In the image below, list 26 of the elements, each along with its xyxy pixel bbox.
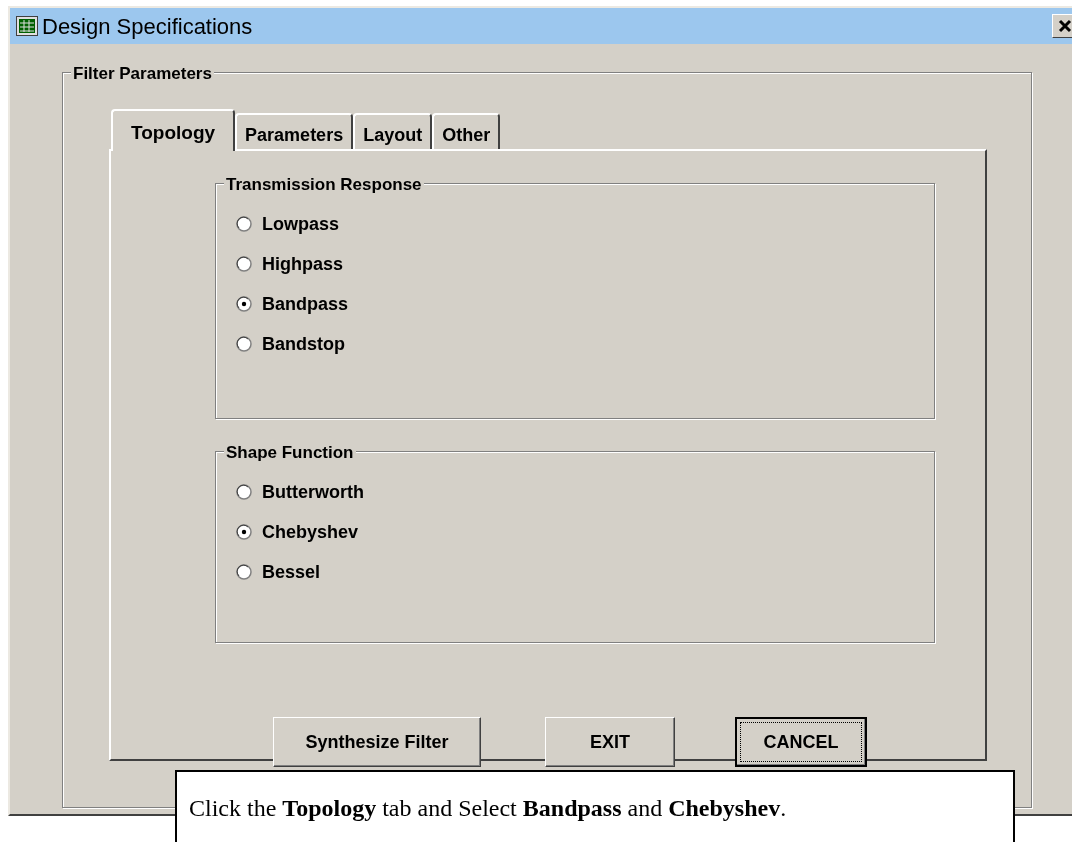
window-title: Design Specifications: [42, 12, 253, 41]
close-button[interactable]: [1052, 14, 1072, 38]
radio-label: Chebyshev: [262, 520, 359, 544]
radio-button[interactable]: [236, 564, 252, 580]
close-icon: [1058, 19, 1072, 33]
tab[interactable]: Topology: [111, 109, 236, 151]
tab[interactable]: Parameters: [235, 113, 354, 149]
dialog-button[interactable]: CANCEL: [735, 717, 867, 767]
radio-label: Butterworth: [262, 480, 364, 504]
radio-label: Bandstop: [262, 332, 345, 356]
radio-button[interactable]: [236, 256, 252, 272]
radio-label: Bandpass: [262, 292, 349, 316]
tab[interactable]: Layout: [353, 113, 433, 149]
radio-button[interactable]: [236, 484, 252, 500]
radio-label: Highpass: [262, 252, 344, 276]
radio-label: Bessel: [262, 560, 321, 584]
dialog-button[interactable]: Synthesize Filter: [273, 717, 481, 767]
app-icon: [16, 16, 38, 36]
tab[interactable]: Other: [432, 113, 501, 149]
instruction-caption: Click the Topology tab and Select Bandpass and Chebyshev.: [175, 770, 1015, 842]
radio-button[interactable]: [236, 216, 252, 232]
radio-label: Lowpass: [262, 212, 340, 236]
radio-button[interactable]: [236, 524, 252, 540]
radio-button[interactable]: [236, 296, 252, 312]
radio-button[interactable]: [236, 336, 252, 352]
dialog-button[interactable]: EXIT: [545, 717, 675, 767]
